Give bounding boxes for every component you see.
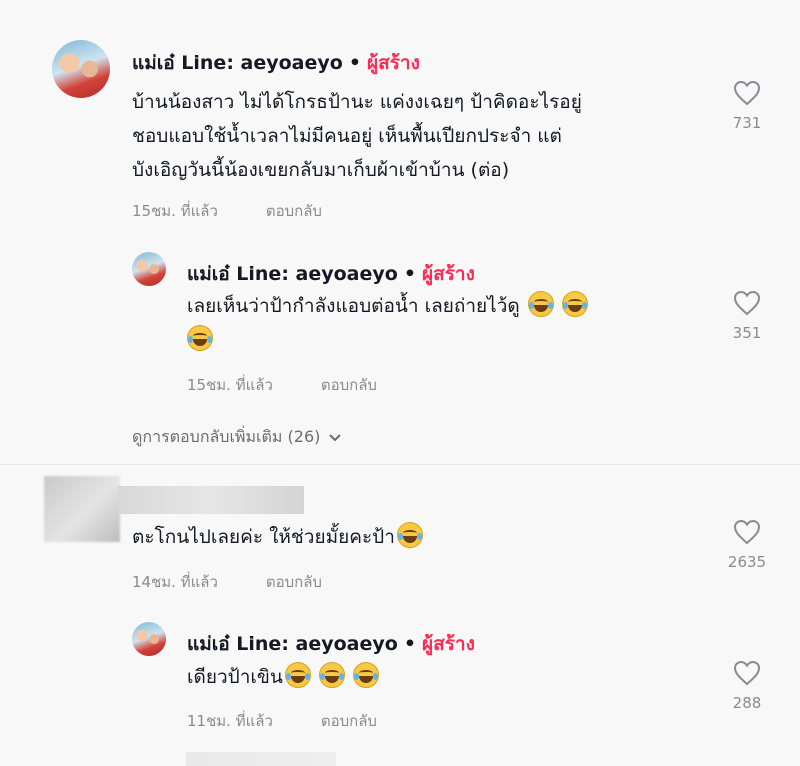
divider xyxy=(0,464,800,465)
heart-outline-icon xyxy=(733,660,761,686)
view-more-replies-label: ดูการตอบกลับเพิ่มเติม (26) xyxy=(132,427,321,446)
username-redacted xyxy=(118,486,304,514)
tears-of-joy-emoji xyxy=(352,662,379,688)
like-button[interactable]: 351 xyxy=(717,290,777,342)
like-button[interactable]: 288 xyxy=(717,660,777,712)
tears-of-joy-emoji xyxy=(527,291,554,317)
tears-of-joy-emoji xyxy=(284,662,311,688)
timestamp: 14ชม. ที่แล้ว xyxy=(132,573,218,591)
creator-badge: ผู้สร้าง xyxy=(421,263,475,285)
comment-text: เลยเห็นว่าป้ากำลังแอบต่อน้ำ เลยถ่ายไว้ดู xyxy=(187,289,707,357)
avatar[interactable] xyxy=(52,40,110,98)
reply-button[interactable]: ตอบกลับ xyxy=(321,709,377,733)
timestamp: 15ชม. ที่แล้ว xyxy=(187,376,273,394)
like-count: 2635 xyxy=(727,553,767,571)
separator-dot: • xyxy=(403,263,416,285)
timestamp: 15ชม. ที่แล้ว xyxy=(132,202,218,220)
comment-text-line: ชอบแอบใช้น้ำเวลาไม่มีคนอยู่ เห็นพื้นเปีย… xyxy=(132,125,562,147)
creator-badge: ผู้สร้าง xyxy=(366,52,420,74)
avatar[interactable] xyxy=(44,476,120,542)
tears-of-joy-emoji xyxy=(561,291,588,317)
comment-text: ตะโกนไปเลยค่ะ ให้ช่วยมั้ยคะป้า xyxy=(132,520,423,554)
avatar[interactable] xyxy=(132,622,166,656)
comment-header: แม่เอ๋ Line: aeyoaeyo • ผู้สร้าง xyxy=(187,259,475,289)
heart-outline-icon xyxy=(733,80,761,106)
heart-outline-icon xyxy=(733,290,761,316)
comment-text-line: เดียวป้าเขิน xyxy=(187,666,283,688)
reply-button[interactable]: ตอบกลับ xyxy=(266,199,322,223)
username[interactable]: แม่เอ๋ Line: aeyoaeyo xyxy=(187,259,398,289)
tears-of-joy-emoji xyxy=(396,522,423,548)
cut-off-next-item xyxy=(186,752,336,766)
comment-text-line: ตะโกนไปเลยค่ะ ให้ช่วยมั้ยคะป้า xyxy=(132,526,395,548)
tears-of-joy-emoji xyxy=(187,325,213,351)
tears-of-joy-emoji xyxy=(318,662,345,688)
separator-dot: • xyxy=(403,633,416,655)
timestamp: 11ชม. ที่แล้ว xyxy=(187,712,273,730)
separator-dot: • xyxy=(348,52,361,74)
comment-text-line: บังเอิญวันนี้น้องเขยกลับมาเก็บผ้าเข้าบ้า… xyxy=(132,159,510,181)
comment-header: แม่เอ๋ Line: aeyoaeyo • ผู้สร้าง xyxy=(132,48,420,78)
comment-text-line: บ้านน้องสาว ไม่ได้โกรธป้านะ แค่งงเฉยๆ ป้… xyxy=(132,91,582,113)
like-count: 351 xyxy=(732,324,762,342)
comment-text-line: เลยเห็นว่าป้ากำลังแอบต่อน้ำ เลยถ่ายไว้ดู xyxy=(187,295,520,317)
comment-text: บ้านน้องสาว ไม่ได้โกรธป้านะ แค่งงเฉยๆ ป้… xyxy=(132,85,582,187)
like-button[interactable]: 2635 xyxy=(717,519,777,571)
username[interactable]: แม่เอ๋ Line: aeyoaeyo xyxy=(187,629,398,659)
username[interactable]: แม่เอ๋ Line: aeyoaeyo xyxy=(132,48,343,78)
creator-badge: ผู้สร้าง xyxy=(421,633,475,655)
chevron-down-icon xyxy=(329,433,342,441)
comment-meta: 15ชม. ที่แล้ว ตอบกลับ xyxy=(132,199,322,223)
avatar[interactable] xyxy=(132,252,166,286)
comment-header: แม่เอ๋ Line: aeyoaeyo • ผู้สร้าง xyxy=(187,629,475,659)
comment-text: เดียวป้าเขิน xyxy=(187,660,379,694)
reply-button[interactable]: ตอบกลับ xyxy=(321,373,377,397)
like-count: 288 xyxy=(732,694,762,712)
reply-button[interactable]: ตอบกลับ xyxy=(266,570,322,594)
comment-meta: 14ชม. ที่แล้ว ตอบกลับ xyxy=(132,570,322,594)
like-count: 731 xyxy=(732,114,762,132)
comment-meta: 11ชม. ที่แล้ว ตอบกลับ xyxy=(187,709,377,733)
comment-meta: 15ชม. ที่แล้ว ตอบกลับ xyxy=(187,373,377,397)
like-button[interactable]: 731 xyxy=(717,80,777,132)
view-more-replies-button[interactable]: ดูการตอบกลับเพิ่มเติม (26) xyxy=(132,425,342,450)
heart-outline-icon xyxy=(733,519,761,545)
